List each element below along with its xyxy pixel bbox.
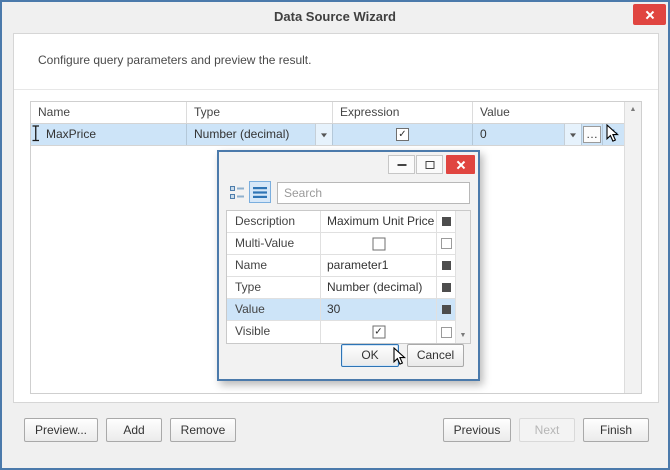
minimize-icon [397, 163, 406, 166]
minimize-button[interactable] [388, 155, 415, 174]
type-dropdown-button[interactable] [315, 124, 332, 145]
close-button[interactable] [633, 4, 666, 25]
grid-vertical-scrollbar[interactable]: ▲ [624, 102, 641, 393]
property-marker-button[interactable] [437, 211, 455, 232]
property-row-name[interactable]: Name parameter1 [227, 255, 455, 277]
wizard-instruction: Configure query parameters and preview t… [38, 53, 312, 67]
grid-header-row: Name Type Expression Value [31, 102, 624, 124]
property-value[interactable]: ✓ [321, 321, 437, 343]
scroll-up-icon[interactable]: ▲ [625, 102, 641, 118]
visible-checkbox[interactable]: ✓ [372, 325, 385, 339]
property-label[interactable]: Visible [227, 321, 321, 343]
cell-parameter-value[interactable]: 0 [473, 124, 582, 145]
property-marker-button[interactable] [437, 277, 455, 298]
finish-button[interactable]: Finish [583, 418, 649, 442]
marker-icon [440, 238, 452, 249]
property-row-multi-value[interactable]: Multi-Value [227, 233, 455, 255]
categorized-icon [230, 185, 244, 199]
property-marker-button[interactable] [437, 233, 455, 254]
data-source-wizard-window: Data Source Wizard Configure query param… [0, 0, 670, 470]
ok-button[interactable]: OK [341, 344, 399, 367]
ellipsis-button[interactable]: … [583, 126, 601, 143]
add-button[interactable]: Add [106, 418, 162, 442]
expression-checkbox[interactable]: ✓ [396, 128, 409, 141]
property-value[interactable]: 30 [321, 299, 437, 320]
window-title: Data Source Wizard [274, 9, 396, 24]
cell-parameter-name[interactable]: MaxPrice [31, 124, 187, 145]
add-parameter-button[interactable]: + [603, 124, 624, 145]
property-value[interactable] [321, 233, 437, 254]
alphabetical-view-button[interactable] [249, 181, 271, 203]
property-marker-button[interactable] [437, 299, 455, 320]
value-text: 0 [480, 127, 487, 141]
property-value[interactable]: Number (decimal) [321, 277, 437, 298]
marker-icon [441, 305, 451, 314]
type-value: Number (decimal) [194, 127, 290, 141]
property-label[interactable]: Multi-Value [227, 233, 321, 254]
marker-icon [441, 283, 451, 292]
cancel-button[interactable]: Cancel [407, 344, 464, 367]
value-editor-cell: … [582, 124, 603, 145]
property-marker-button[interactable] [437, 321, 455, 343]
next-button: Next [519, 418, 575, 442]
search-input[interactable] [277, 182, 470, 204]
grid-header-type[interactable]: Type [187, 102, 333, 123]
remove-button[interactable]: Remove [170, 418, 236, 442]
property-row-value[interactable]: Value 30 [227, 299, 455, 321]
maximize-button[interactable] [416, 155, 443, 174]
property-marker-button[interactable] [437, 255, 455, 276]
property-label[interactable]: Type [227, 277, 321, 298]
property-row-type[interactable]: Type Number (decimal) [227, 277, 455, 299]
check-icon: ✓ [398, 129, 407, 140]
property-label[interactable]: Description [227, 211, 321, 232]
parameter-editor-popup: Description Maximum Unit Price Multi-Val… [217, 150, 480, 381]
cell-parameter-type[interactable]: Number (decimal) [187, 124, 333, 145]
close-icon [456, 160, 466, 170]
previous-button[interactable]: Previous [443, 418, 511, 442]
grid-header-expression[interactable]: Expression [333, 102, 473, 123]
maximize-icon [425, 160, 434, 169]
preview-button[interactable]: Preview... [24, 418, 98, 442]
grid-header-name[interactable]: Name [31, 102, 187, 123]
property-label[interactable]: Name [227, 255, 321, 276]
property-row-description[interactable]: Description Maximum Unit Price [227, 211, 455, 233]
popup-close-button[interactable] [446, 155, 475, 174]
window-titlebar[interactable]: Data Source Wizard [2, 2, 668, 32]
property-label[interactable]: Value [227, 299, 321, 320]
value-dropdown-button[interactable] [564, 124, 581, 145]
header-divider [14, 89, 658, 90]
grid-header-value[interactable]: Value [473, 102, 624, 123]
popup-toolbar [219, 178, 478, 208]
property-row-visible[interactable]: Visible ✓ [227, 321, 455, 343]
property-value[interactable]: parameter1 [321, 255, 437, 276]
close-icon [645, 10, 655, 20]
marker-icon [441, 217, 451, 226]
chevron-down-icon [321, 132, 327, 137]
multi-value-checkbox[interactable] [372, 237, 385, 250]
property-grid: Description Maximum Unit Price Multi-Val… [226, 210, 471, 344]
scroll-down-icon[interactable]: ▼ [456, 329, 470, 343]
parameter-row-maxprice[interactable]: MaxPrice Number (decimal) ✓ 0 … + [31, 124, 624, 146]
check-icon: ✓ [374, 326, 383, 338]
marker-icon [441, 261, 451, 270]
list-icon [253, 186, 267, 198]
popup-vertical-scrollbar[interactable]: ▼ [455, 211, 470, 343]
chevron-down-icon [570, 132, 576, 137]
property-value[interactable]: Maximum Unit Price [321, 211, 437, 232]
cell-parameter-expression[interactable]: ✓ [333, 124, 473, 145]
marker-icon [440, 326, 452, 338]
categorized-view-button[interactable] [226, 181, 248, 203]
